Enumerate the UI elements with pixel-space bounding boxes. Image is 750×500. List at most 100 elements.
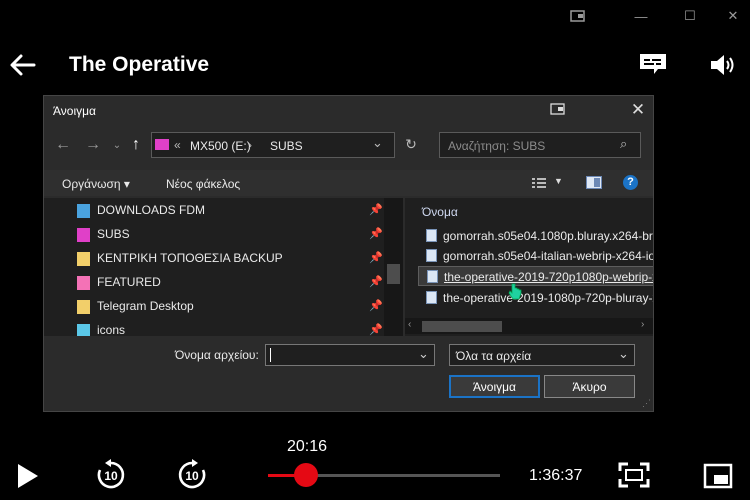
subtitles-icon[interactable] xyxy=(638,52,668,76)
open-button[interactable]: Άνοιγμα xyxy=(449,375,540,398)
file-row[interactable]: gomorrah.s05e04-italian-webrip-x264-io xyxy=(418,246,653,266)
scroll-right-icon[interactable]: › xyxy=(641,319,644,330)
file-name: the-operative-2019-720p1080p-webrip-x xyxy=(444,270,653,284)
video-title: The Operative xyxy=(69,53,210,76)
total-time: 1:36:37 xyxy=(529,467,583,484)
folder-icon xyxy=(77,204,90,218)
dialog-toolbar: Οργάνωση ▾ Νέος φάκελος ▼ ? xyxy=(44,170,653,196)
nav-back-icon[interactable]: ← xyxy=(54,136,72,154)
nav-item[interactable]: FEATURED 📌 xyxy=(44,270,384,294)
forward-10-icon[interactable]: 10 xyxy=(176,459,208,491)
dialog-close-icon[interactable]: ✕ xyxy=(630,101,646,118)
file-name: the-operative-2019-1080p-720p-bluray-x xyxy=(443,291,653,305)
search-icon: ⌕ xyxy=(620,136,628,151)
column-header-name[interactable]: Όνομα xyxy=(422,205,458,219)
nav-item[interactable]: icons 📌 xyxy=(44,318,384,336)
folder-icon xyxy=(77,276,90,290)
nav-forward-icon[interactable]: → xyxy=(84,136,102,154)
pin-icon[interactable]: 📌 xyxy=(369,323,383,336)
folder-icon xyxy=(155,139,169,150)
resize-grip-icon[interactable]: ⋰ xyxy=(642,398,651,409)
maximize-button[interactable]: ☐ xyxy=(675,6,705,26)
pin-icon[interactable]: 📌 xyxy=(369,275,383,288)
path-folder[interactable]: SUBS xyxy=(270,139,303,153)
refresh-icon[interactable]: ↻ xyxy=(402,136,420,154)
file-list: ^ Όνομα gomorrah.s05e04.1080p.bluray.x26… xyxy=(405,198,653,336)
picture-in-picture-icon[interactable] xyxy=(703,463,733,489)
pin-icon[interactable]: 📌 xyxy=(369,299,383,312)
sort-indicator-icon[interactable]: ^ xyxy=(602,198,607,204)
file-row[interactable]: the-operative-2019-1080p-720p-bluray-x xyxy=(418,288,653,308)
nav-item-label: icons xyxy=(97,323,126,336)
nav-item-label: DOWNLOADS FDM xyxy=(97,203,205,217)
snap-icon[interactable] xyxy=(563,6,593,26)
filename-input[interactable]: ⌄ xyxy=(265,344,435,366)
pin-icon[interactable]: 📌 xyxy=(369,227,383,240)
file-list-hscrollbar[interactable]: ‹ › xyxy=(405,318,653,334)
file-row[interactable]: gomorrah.s05e04.1080p.bluray.x264-bro xyxy=(418,226,653,246)
pin-icon[interactable]: 📌 xyxy=(369,203,383,216)
text-file-icon xyxy=(426,229,437,242)
current-time: 20:16 xyxy=(287,438,328,455)
nav-scrollbar-thumb[interactable] xyxy=(387,264,400,284)
text-file-icon xyxy=(426,291,437,304)
navigation-pane: DOWNLOADS FDM 📌 SUBS 📌 ΚΕΝΤΡΙΚΗ ΤΟΠΟΘΕΣΙ… xyxy=(44,198,388,336)
cancel-button[interactable]: Άκυρο xyxy=(544,375,635,398)
text-file-icon xyxy=(426,249,437,262)
dialog-title: Άνοιγμα xyxy=(53,104,96,118)
nav-item-label: ΚΕΝΤΡΙΚΗ ΤΟΠΟΘΕΣΙΑ BACKUP xyxy=(97,251,283,265)
close-window-button[interactable]: ✕ xyxy=(718,6,748,26)
play-icon[interactable] xyxy=(16,463,40,489)
new-folder-button[interactable]: Νέος φάκελος xyxy=(166,177,240,191)
nav-up-icon[interactable]: ↑ xyxy=(127,136,145,154)
fullscreen-icon[interactable] xyxy=(618,462,650,488)
folder-icon xyxy=(77,324,90,336)
dialog-footer: Όνομα αρχείου: ⌄ Όλα τα αρχεία ⌄ Άνοιγμα… xyxy=(44,336,653,411)
hscrollbar-thumb[interactable] xyxy=(422,321,502,332)
view-dropdown-icon[interactable]: ▼ xyxy=(554,176,563,186)
filetype-dropdown-icon[interactable]: ⌄ xyxy=(618,346,629,362)
scroll-left-icon[interactable]: ‹ xyxy=(408,319,411,330)
filename-label: Όνομα αρχείου: xyxy=(175,348,259,362)
path-drive[interactable]: MX500 (E:) xyxy=(190,139,251,153)
nav-item[interactable]: SUBS 📌 xyxy=(44,222,384,246)
filetype-select[interactable]: Όλα τα αρχεία ⌄ xyxy=(449,344,635,366)
filename-dropdown-icon[interactable]: ⌄ xyxy=(418,346,429,362)
folder-icon xyxy=(77,228,90,242)
dialog-snap-icon[interactable] xyxy=(550,103,566,117)
volume-icon[interactable] xyxy=(708,52,738,78)
minimize-button[interactable]: — xyxy=(626,6,656,26)
nav-item[interactable]: ΚΕΝΤΡΙΚΗ ΤΟΠΟΘΕΣΙΑ BACKUP 📌 xyxy=(44,246,384,270)
path-overflow[interactable]: « xyxy=(174,138,181,152)
seek-handle[interactable] xyxy=(294,463,318,487)
address-bar[interactable]: « MX500 (E:) › SUBS ⌄ xyxy=(151,132,395,158)
nav-item-label: Telegram Desktop xyxy=(97,299,194,313)
search-placeholder: Αναζήτηση: SUBS xyxy=(448,139,546,153)
organize-menu[interactable]: Οργάνωση ▾ xyxy=(62,177,130,191)
file-name: gomorrah.s05e04.1080p.bluray.x264-bro xyxy=(443,229,653,243)
help-icon[interactable]: ? xyxy=(623,175,638,190)
address-dropdown-icon[interactable]: ⌄ xyxy=(372,135,383,151)
forward-label: 10 xyxy=(185,469,199,483)
folder-icon xyxy=(77,300,90,314)
file-name: gomorrah.s05e04-italian-webrip-x264-io xyxy=(443,249,653,263)
search-input[interactable]: Αναζήτηση: SUBS ⌕ xyxy=(439,132,641,158)
hand-cursor-icon xyxy=(508,283,522,301)
open-file-dialog: Άνοιγμα ✕ ← → ⌄ ↑ « MX500 (E:) › SUBS ⌄ … xyxy=(43,95,654,412)
folder-icon xyxy=(77,252,90,266)
path-separator: › xyxy=(248,138,252,152)
rewind-label: 10 xyxy=(104,469,118,483)
nav-item-label: SUBS xyxy=(97,227,130,241)
back-arrow-icon[interactable] xyxy=(8,50,38,80)
view-options-icon[interactable] xyxy=(532,176,546,188)
text-file-icon xyxy=(427,270,438,283)
recent-dropdown-icon[interactable]: ⌄ xyxy=(108,136,126,154)
nav-item[interactable]: DOWNLOADS FDM 📌 xyxy=(44,198,384,222)
nav-item-label: FEATURED xyxy=(97,275,161,289)
file-row-selected[interactable]: the-operative-2019-720p1080p-webrip-x xyxy=(418,266,653,286)
preview-pane-icon[interactable] xyxy=(586,176,602,189)
text-caret xyxy=(270,348,271,362)
rewind-10-icon[interactable]: 10 xyxy=(95,459,127,491)
nav-item[interactable]: Telegram Desktop 📌 xyxy=(44,294,384,318)
pin-icon[interactable]: 📌 xyxy=(369,251,383,264)
